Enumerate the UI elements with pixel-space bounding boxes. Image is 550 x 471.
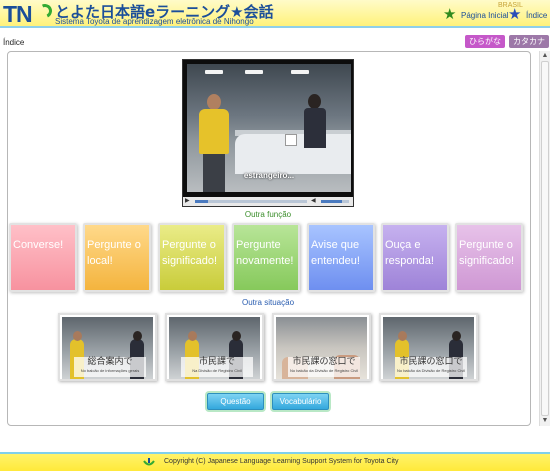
copyright-text: Copyright (C) Japanese Language Learning… bbox=[164, 458, 399, 465]
logo-subtitle: Sistema Toyota de aprendizagem eletrônic… bbox=[55, 17, 254, 26]
index-star-icon[interactable]: ★ bbox=[508, 7, 521, 22]
situation-pt-label: No balcão de informações gerais bbox=[80, 368, 140, 373]
index-link[interactable]: Índice bbox=[526, 11, 547, 20]
scroll-up-icon[interactable]: ▲ bbox=[540, 51, 550, 61]
header: TN とよた日本語eラーニング★会話 Sistema Toyota de apr… bbox=[0, 0, 550, 28]
function-button-ask-again[interactable]: Pergunte novamente! bbox=[232, 223, 300, 292]
situation-jp-label: 市民課で bbox=[198, 357, 235, 367]
function-button-converse[interactable]: Converse! bbox=[9, 223, 77, 292]
situation-pt-label: No balcão da Divisão de Registro Civil bbox=[289, 368, 359, 373]
volume-fill bbox=[321, 200, 342, 203]
volume-icon[interactable]: ◀ bbox=[311, 198, 316, 205]
situations-heading: Outra situação bbox=[241, 298, 295, 307]
question-button[interactable]: Questão bbox=[207, 393, 264, 410]
functions-heading: Outra função bbox=[244, 210, 292, 219]
progress-bar[interactable] bbox=[195, 200, 307, 203]
volume-slider[interactable] bbox=[321, 200, 349, 203]
function-button-ask-place[interactable]: Pergunte o local! bbox=[83, 223, 151, 292]
situation-thumbnail[interactable]: 市民課の窓口で No balcão da Divisão de Registro… bbox=[379, 313, 478, 381]
scrollbar[interactable]: ▲ ▼ bbox=[539, 51, 550, 426]
situation-pt-label: Na Divisão de Registro Civil bbox=[192, 368, 242, 373]
function-button-ask-meaning-2[interactable]: Pergunte o significado! bbox=[455, 223, 523, 292]
footer: Copyright (C) Japanese Language Learning… bbox=[0, 454, 550, 471]
logo-wave-icon bbox=[36, 2, 54, 20]
video-player[interactable]: estrangeiro... ▶ ◀ bbox=[182, 59, 354, 207]
situation-thumbnail[interactable]: 市民課で Na Divisão de Registro Civil bbox=[165, 313, 264, 381]
situation-jp-label: 市民課の窓口で bbox=[292, 357, 356, 367]
video-controls[interactable]: ▶ ◀ bbox=[183, 197, 353, 206]
scroll-thumb[interactable] bbox=[541, 61, 549, 416]
video-subtitle: estrangeiro... bbox=[243, 171, 295, 180]
situation-jp-label: 総合案内で bbox=[87, 357, 133, 367]
progress-fill bbox=[195, 200, 209, 203]
footer-logo-icon bbox=[143, 458, 155, 466]
home-link[interactable]: Página Inicial bbox=[461, 11, 509, 20]
play-icon[interactable]: ▶ bbox=[185, 198, 190, 205]
logo-tn: TN bbox=[3, 1, 33, 27]
breadcrumb: Índice bbox=[3, 38, 25, 47]
vocabulary-button[interactable]: Vocabulário bbox=[272, 393, 329, 410]
function-button-ask-meaning[interactable]: Pergunte o significado! bbox=[158, 223, 226, 292]
scroll-down-icon[interactable]: ▼ bbox=[540, 416, 550, 426]
situation-thumbnail[interactable]: 総合案内で No balcão de informações gerais bbox=[58, 313, 157, 381]
hiragana-button[interactable]: ひらがな bbox=[465, 35, 505, 48]
situation-thumbnail[interactable]: 市民課の窓口で No balcão da Divisão de Registro… bbox=[272, 313, 371, 381]
function-button-listen-answer[interactable]: Ouça e responda! bbox=[381, 223, 449, 292]
situation-pt-label: No balcão da Divisão de Registro Civil bbox=[396, 368, 466, 373]
video-frame: estrangeiro... bbox=[187, 64, 351, 192]
situation-jp-label: 市民課の窓口で bbox=[399, 357, 463, 367]
katakana-button[interactable]: カタカナ bbox=[509, 35, 549, 48]
function-button-understood[interactable]: Avise que entendeu! bbox=[307, 223, 375, 292]
home-star-icon[interactable]: ★ bbox=[443, 7, 456, 22]
